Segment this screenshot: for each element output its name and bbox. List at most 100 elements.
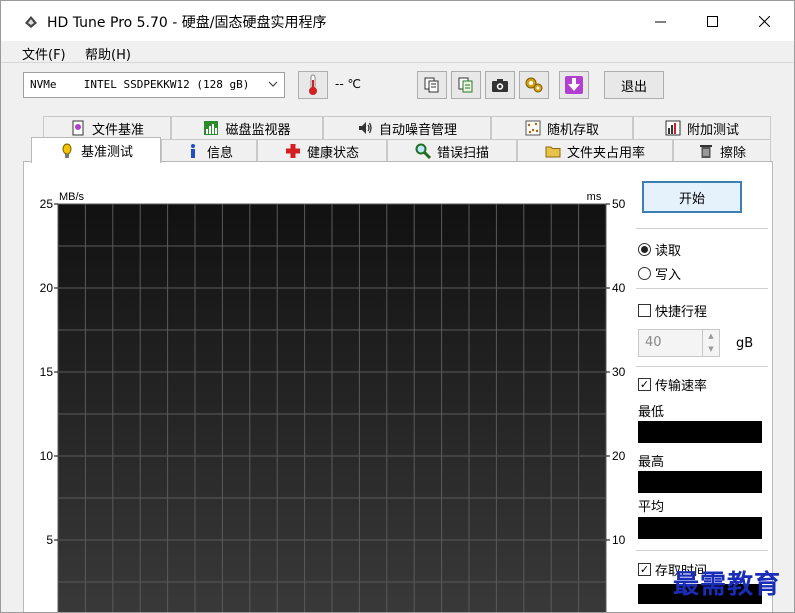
benchmark-icon: [59, 143, 75, 159]
right-tick-label: 40: [612, 281, 626, 295]
screenshot-button[interactable]: [485, 71, 515, 99]
magnifier-icon: [415, 143, 431, 159]
tab-error-scan[interactable]: 错误扫描: [387, 139, 517, 162]
tab-label: 磁盘监视器: [225, 122, 291, 138]
left-tick-label: 10: [40, 449, 54, 463]
gears-icon: [525, 77, 543, 93]
separator: [636, 550, 768, 551]
menu-help[interactable]: 帮助(H): [85, 44, 131, 63]
max-label: 最高: [638, 455, 665, 470]
tab-aam[interactable]: 自动噪音管理: [323, 116, 491, 139]
watermark-text: 最需教育: [673, 570, 782, 600]
copy-results-button[interactable]: [451, 71, 481, 99]
health-cross-icon: [285, 143, 301, 159]
tab-label: 附加测试: [686, 122, 739, 138]
tab-benchmark[interactable]: 基准测试: [31, 137, 161, 163]
menu-file[interactable]: 文件(F): [22, 44, 66, 63]
exit-button[interactable]: 退出: [604, 71, 664, 99]
tab-folder-usage[interactable]: 文件夹占用率: [517, 139, 673, 162]
read-radio[interactable]: 读取: [638, 240, 681, 259]
tab-label: 随机存取: [546, 122, 599, 138]
right-tick-label: 50: [612, 197, 626, 211]
tab-label: 基准测试: [80, 145, 133, 160]
separator: [636, 228, 768, 229]
info-icon: [185, 143, 201, 159]
checkbox-checked-icon: ✓: [638, 378, 651, 391]
min-value-box: [638, 421, 762, 443]
save-button[interactable]: [559, 71, 589, 99]
speaker-icon: [357, 120, 373, 136]
temperature-readout: -- ℃: [335, 77, 361, 91]
tab-label: 信息: [206, 145, 233, 161]
tab-label: 文件基准: [91, 122, 144, 138]
close-button[interactable]: [741, 1, 787, 41]
transfer-rate-checkbox[interactable]: ✓ 传输速率: [638, 375, 707, 394]
max-value-box: [638, 471, 762, 493]
benchmark-chart: 25 20 15 10 5 50 40 30 20 10 MB/s ms: [40, 191, 626, 612]
short-stroke-value: 40: [645, 335, 662, 350]
checkbox-box: [638, 304, 651, 317]
drive-select[interactable]: NVMe INTEL SSDPEKKW12 (128 gB): [23, 72, 285, 98]
right-tick-label: 20: [612, 449, 626, 463]
close-icon: [758, 15, 770, 27]
disk-monitor-icon: [203, 120, 219, 136]
minimize-button[interactable]: [637, 1, 683, 41]
short-stroke-stepper[interactable]: 40 ▲ ▼: [638, 329, 720, 357]
extra-tests-icon: [665, 120, 681, 136]
left-tick-label: 5: [46, 533, 53, 547]
random-access-icon: [525, 120, 541, 136]
tab-label: 健康状态: [306, 145, 359, 161]
short-stroke-checkbox[interactable]: 快捷行程: [638, 301, 707, 320]
avg-label: 平均: [638, 500, 665, 515]
chevron-down-icon: [268, 81, 278, 87]
separator: [636, 288, 768, 289]
tab-extra-tests[interactable]: 附加测试: [633, 116, 771, 139]
thermometer-icon: [309, 74, 317, 95]
tab-info[interactable]: 信息: [161, 139, 257, 162]
tab-random-access[interactable]: 随机存取: [491, 116, 633, 139]
start-button[interactable]: 开始: [642, 181, 742, 213]
down-arrow-save-icon: [565, 76, 583, 94]
title-bar[interactable]: HD Tune Pro 5.70 - 硬盘/固态硬盘实用程序: [1, 1, 794, 41]
right-axis-unit: ms: [587, 191, 602, 203]
drive-type: NVMe: [30, 78, 57, 91]
left-tick-label: 25: [40, 197, 54, 211]
minimize-icon: [654, 21, 666, 22]
radio-dot: [638, 267, 651, 280]
right-tick-label: 10: [612, 533, 626, 547]
tab-erase[interactable]: 擦除: [673, 139, 771, 162]
stepper-down-icon[interactable]: ▼: [703, 343, 719, 356]
min-label: 最低: [638, 405, 665, 420]
write-radio[interactable]: 写入: [638, 264, 681, 283]
separator: [636, 366, 768, 367]
drive-name: INTEL SSDPEKKW12 (128 gB): [83, 78, 250, 91]
benchmark-panel: 25 20 15 10 5 50 40 30 20 10 MB/s ms 开始 读取 写入 快捷行…: [23, 161, 773, 612]
folder-icon: [545, 143, 561, 159]
transfer-rate-label: 传输速率: [655, 379, 708, 394]
tab-label: 擦除: [719, 145, 746, 161]
short-stroke-unit: gB: [736, 336, 754, 351]
maximize-button[interactable]: [689, 1, 735, 41]
tab-label: 自动噪音管理: [378, 122, 457, 138]
app-logo-icon: [25, 16, 37, 28]
tab-health[interactable]: 健康状态: [257, 139, 387, 162]
tab-label: 文件夹占用率: [566, 145, 645, 161]
temperature-button[interactable]: [298, 71, 328, 99]
camera-icon: [492, 79, 508, 92]
copy-info-button[interactable]: [417, 71, 447, 99]
stepper-up-icon[interactable]: ▲: [703, 330, 719, 343]
options-button[interactable]: [519, 71, 549, 99]
window-title: HD Tune Pro 5.70 - 硬盘/固态硬盘实用程序: [47, 15, 327, 31]
copy-icon: [424, 77, 439, 93]
tab-row-top: 文件基准 磁盘监视器 自动噪音管理 随机存取 附加测试: [23, 116, 773, 139]
trash-icon: [698, 143, 714, 159]
tab-disk-monitor[interactable]: 磁盘监视器: [171, 116, 323, 139]
app-window: HD Tune Pro 5.70 - 硬盘/固态硬盘实用程序 文件(F) 帮助(…: [0, 0, 795, 613]
stepper-arrows[interactable]: ▲ ▼: [702, 330, 719, 356]
menu-bar: 文件(F) 帮助(H): [1, 41, 794, 63]
file-benchmark-icon: [70, 120, 86, 136]
write-label: 写入: [655, 268, 682, 283]
avg-value-box: [638, 517, 762, 539]
tab-file-benchmark[interactable]: 文件基准: [43, 116, 171, 139]
maximize-icon: [706, 15, 718, 27]
